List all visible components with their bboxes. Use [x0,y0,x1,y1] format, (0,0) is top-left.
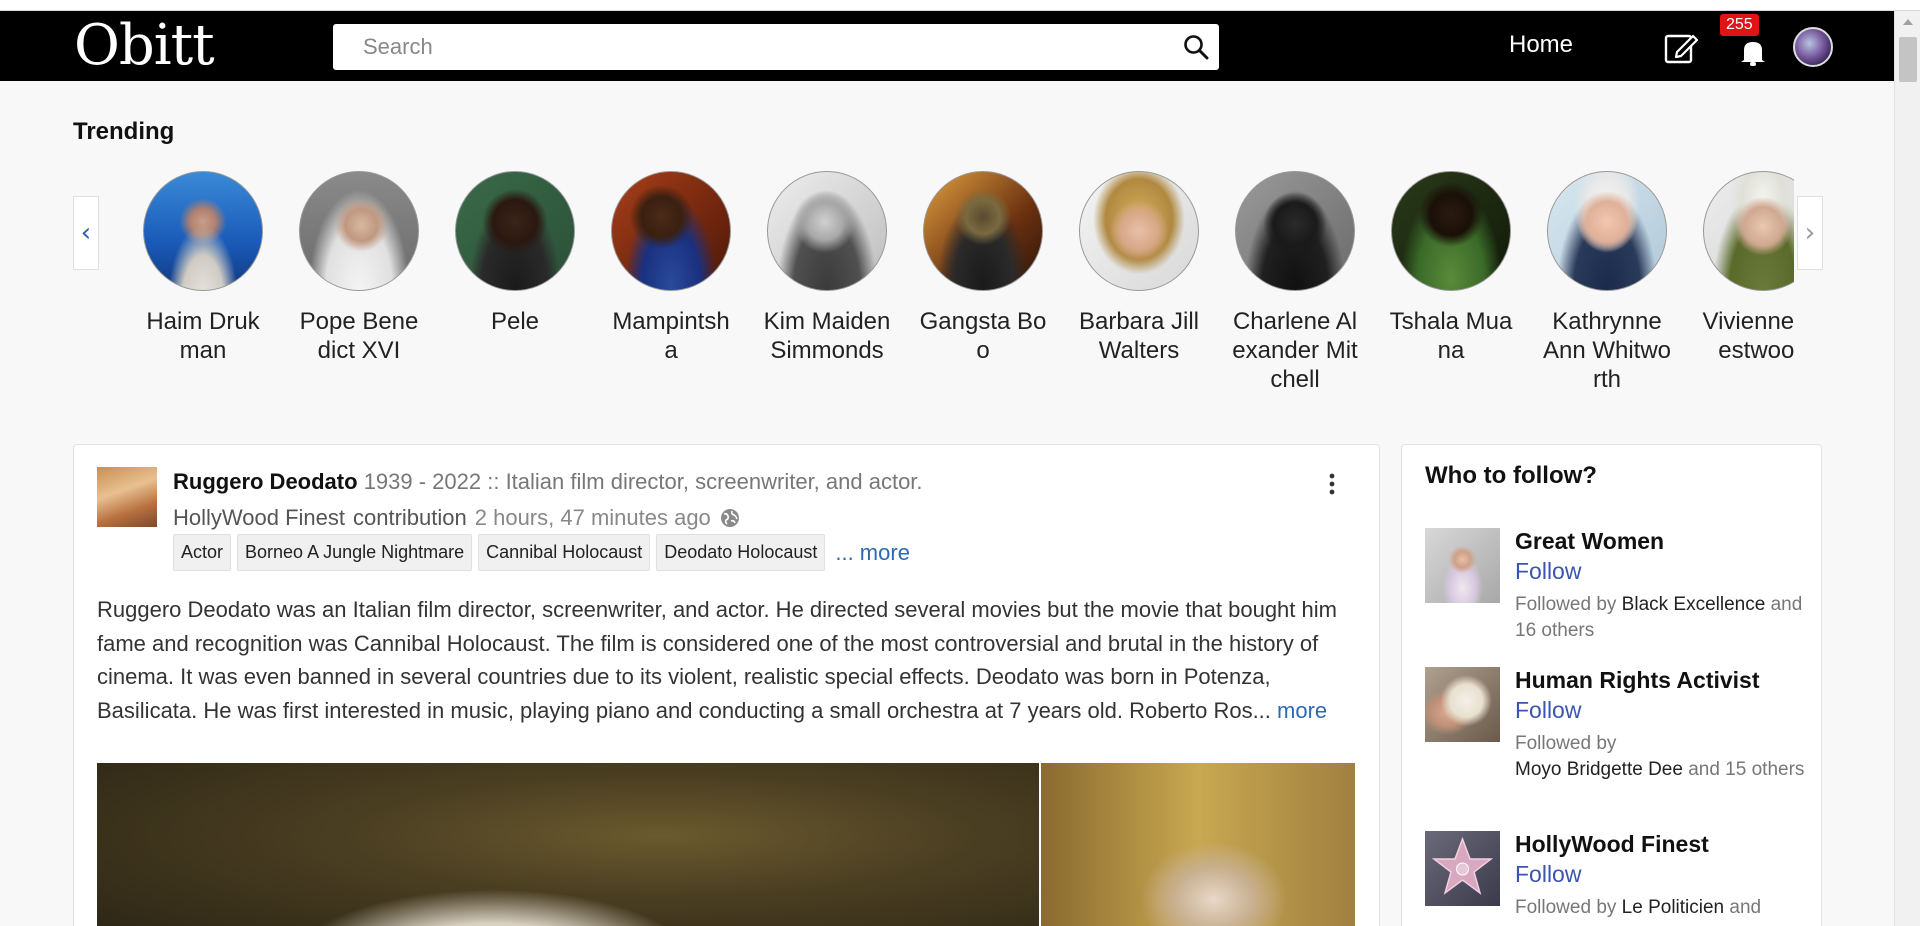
followed-by-label: Followed by [1515,897,1617,918]
follow-button[interactable]: Follow [1515,861,1581,888]
person-photo[interactable] [1391,171,1511,291]
person-name[interactable]: Barbara Jill Walters [1074,307,1204,365]
tag-chip[interactable]: Borneo A Jungle Nightmare [237,534,473,571]
suggestion-thumbnail[interactable] [1425,528,1500,603]
followed-by-others: and [1729,897,1762,918]
followed-by-others: and 15 others [1688,759,1805,780]
bell-icon[interactable] [1733,31,1773,71]
trending-carousel: Haim Drukman Pope Benedict XVI Pele Mamp… [100,171,1794,431]
post-timestamp: 2 hours, 47 minutes ago [474,505,711,530]
search-icon[interactable] [1173,24,1219,70]
globe-icon [719,507,741,529]
person-photo[interactable] [1703,171,1794,291]
suggestion-name[interactable]: Human Rights Activist [1515,667,1760,694]
trending-person[interactable]: Pele [450,171,580,336]
followed-by-label: Followed by [1515,733,1617,754]
contribution-label: contribution [353,505,467,530]
trending-person[interactable]: Kim Maiden Simmonds [762,171,892,365]
person-photo[interactable] [1079,171,1199,291]
tag-chip[interactable]: Actor [173,534,232,571]
user-avatar[interactable] [1793,27,1833,67]
tag-chip[interactable]: Cannibal Holocaust [478,534,651,571]
followed-by-name[interactable]: Black Excellence [1622,594,1766,615]
trending-person[interactable]: Gangsta Boo [918,171,1048,365]
trending-person[interactable]: Tshala Muana [1386,171,1516,365]
tags-more-link[interactable]: ... more [835,540,910,566]
scroll-thumb[interactable] [1899,37,1917,82]
post-main-image[interactable] [97,763,1039,926]
person-name[interactable]: Mampintsha [606,307,736,365]
person-name[interactable]: Charlene Alexander Mitchell [1230,307,1360,394]
post-header: Ruggero Deodato 1939 - 2022 :: Italian f… [173,469,923,495]
search-bar [333,24,1219,70]
tag-list: Actor Borneo A Jungle Nightmare Cannibal… [173,534,910,571]
notification-badge[interactable]: 255 [1720,14,1759,36]
home-link[interactable]: Home [1509,31,1573,59]
scroll-up-arrow[interactable] [1903,19,1913,25]
follow-button[interactable]: Follow [1515,558,1581,585]
suggestion-thumbnail[interactable] [1425,831,1500,906]
suggestion-name[interactable]: Great Women [1515,528,1664,555]
trending-heading: Trending [73,118,175,145]
contributor-name[interactable]: HollyWood Finest [173,505,345,531]
person-name[interactable]: Gangsta Boo [918,307,1048,365]
person-name[interactable]: Pope Benedict XVI [294,307,424,365]
post-body: Ruggero Deodato was an Italian film dire… [97,593,1357,727]
person-photo[interactable] [1547,171,1667,291]
followed-by-label: Followed by [1515,594,1617,615]
carousel-prev-button[interactable]: ‹ [73,196,99,270]
person-name[interactable]: Haim Drukman [138,307,268,365]
post-side-image[interactable] [1039,763,1355,926]
trending-person[interactable]: Barbara Jill Walters [1074,171,1204,365]
contribution-line: HollyWood Finest contribution 2 hours, 4… [173,505,741,531]
page-scrollbar[interactable] [1894,11,1920,926]
post-card: Ruggero Deodato 1939 - 2022 :: Italian f… [73,444,1380,926]
trending-person[interactable]: Kathrynne Ann Whitworth [1542,171,1672,394]
person-name[interactable]: Kathrynne Ann Whitworth [1542,307,1672,394]
person-name[interactable]: Pele [450,307,580,336]
post-image-gallery [97,763,1355,926]
tag-chip[interactable]: Deodato Holocaust [656,534,826,571]
post-body-text: Ruggero Deodato was an Italian film dire… [97,597,1337,723]
followed-by-name[interactable]: Le Politicien [1622,897,1724,918]
suggestion-thumbnail[interactable] [1425,667,1500,742]
person-photo[interactable] [923,171,1043,291]
top-nav-bar: Obitt Home 255 [0,11,1894,81]
author-thumbnail[interactable] [97,467,157,527]
person-photo[interactable] [299,171,419,291]
person-photo[interactable] [455,171,575,291]
suggestion-name[interactable]: HollyWood Finest [1515,831,1709,858]
compose-icon[interactable] [1662,29,1700,67]
who-to-follow-heading: Who to follow? [1425,462,1597,489]
trending-person[interactable]: Mampintsha [606,171,736,365]
person-name[interactable]: Kim Maiden Simmonds [762,307,892,365]
post-more-link[interactable]: more [1277,698,1327,723]
trending-person[interactable]: Pope Benedict XVI [294,171,424,365]
search-input[interactable] [333,24,1173,70]
star-graphic [1431,836,1494,895]
author-description: 1939 - 2022 :: Italian film director, sc… [363,469,923,494]
person-photo[interactable] [611,171,731,291]
who-to-follow-panel: Who to follow? Great Women Follow Follow… [1401,444,1822,926]
obitt-logo[interactable]: Obitt [74,15,215,77]
follow-button[interactable]: Follow [1515,697,1581,724]
followed-by-text: Followed by Moyo Bridgette Dee and 15 ot… [1515,731,1805,783]
author-name[interactable]: Ruggero Deodato [173,469,358,494]
trending-person[interactable]: Haim Drukman [138,171,268,365]
person-photo[interactable] [767,171,887,291]
kebab-menu-icon[interactable] [1328,473,1336,495]
followed-by-text: Followed by Le Politicien and [1515,895,1805,921]
person-name[interactable]: Tshala Muana [1386,307,1516,365]
followed-by-name[interactable]: Moyo Bridgette Dee [1515,759,1683,780]
person-name[interactable]: Vivienne Westwood [1698,307,1794,365]
person-photo[interactable] [143,171,263,291]
carousel-next-button[interactable]: › [1797,196,1823,270]
trending-person[interactable]: Charlene Alexander Mitchell [1230,171,1360,394]
followed-by-text: Followed by Black Excellence and 16 othe… [1515,592,1805,644]
person-photo[interactable] [1235,171,1355,291]
trending-person[interactable]: Vivienne Westwood [1698,171,1794,365]
browser-top-strip [0,0,1920,11]
